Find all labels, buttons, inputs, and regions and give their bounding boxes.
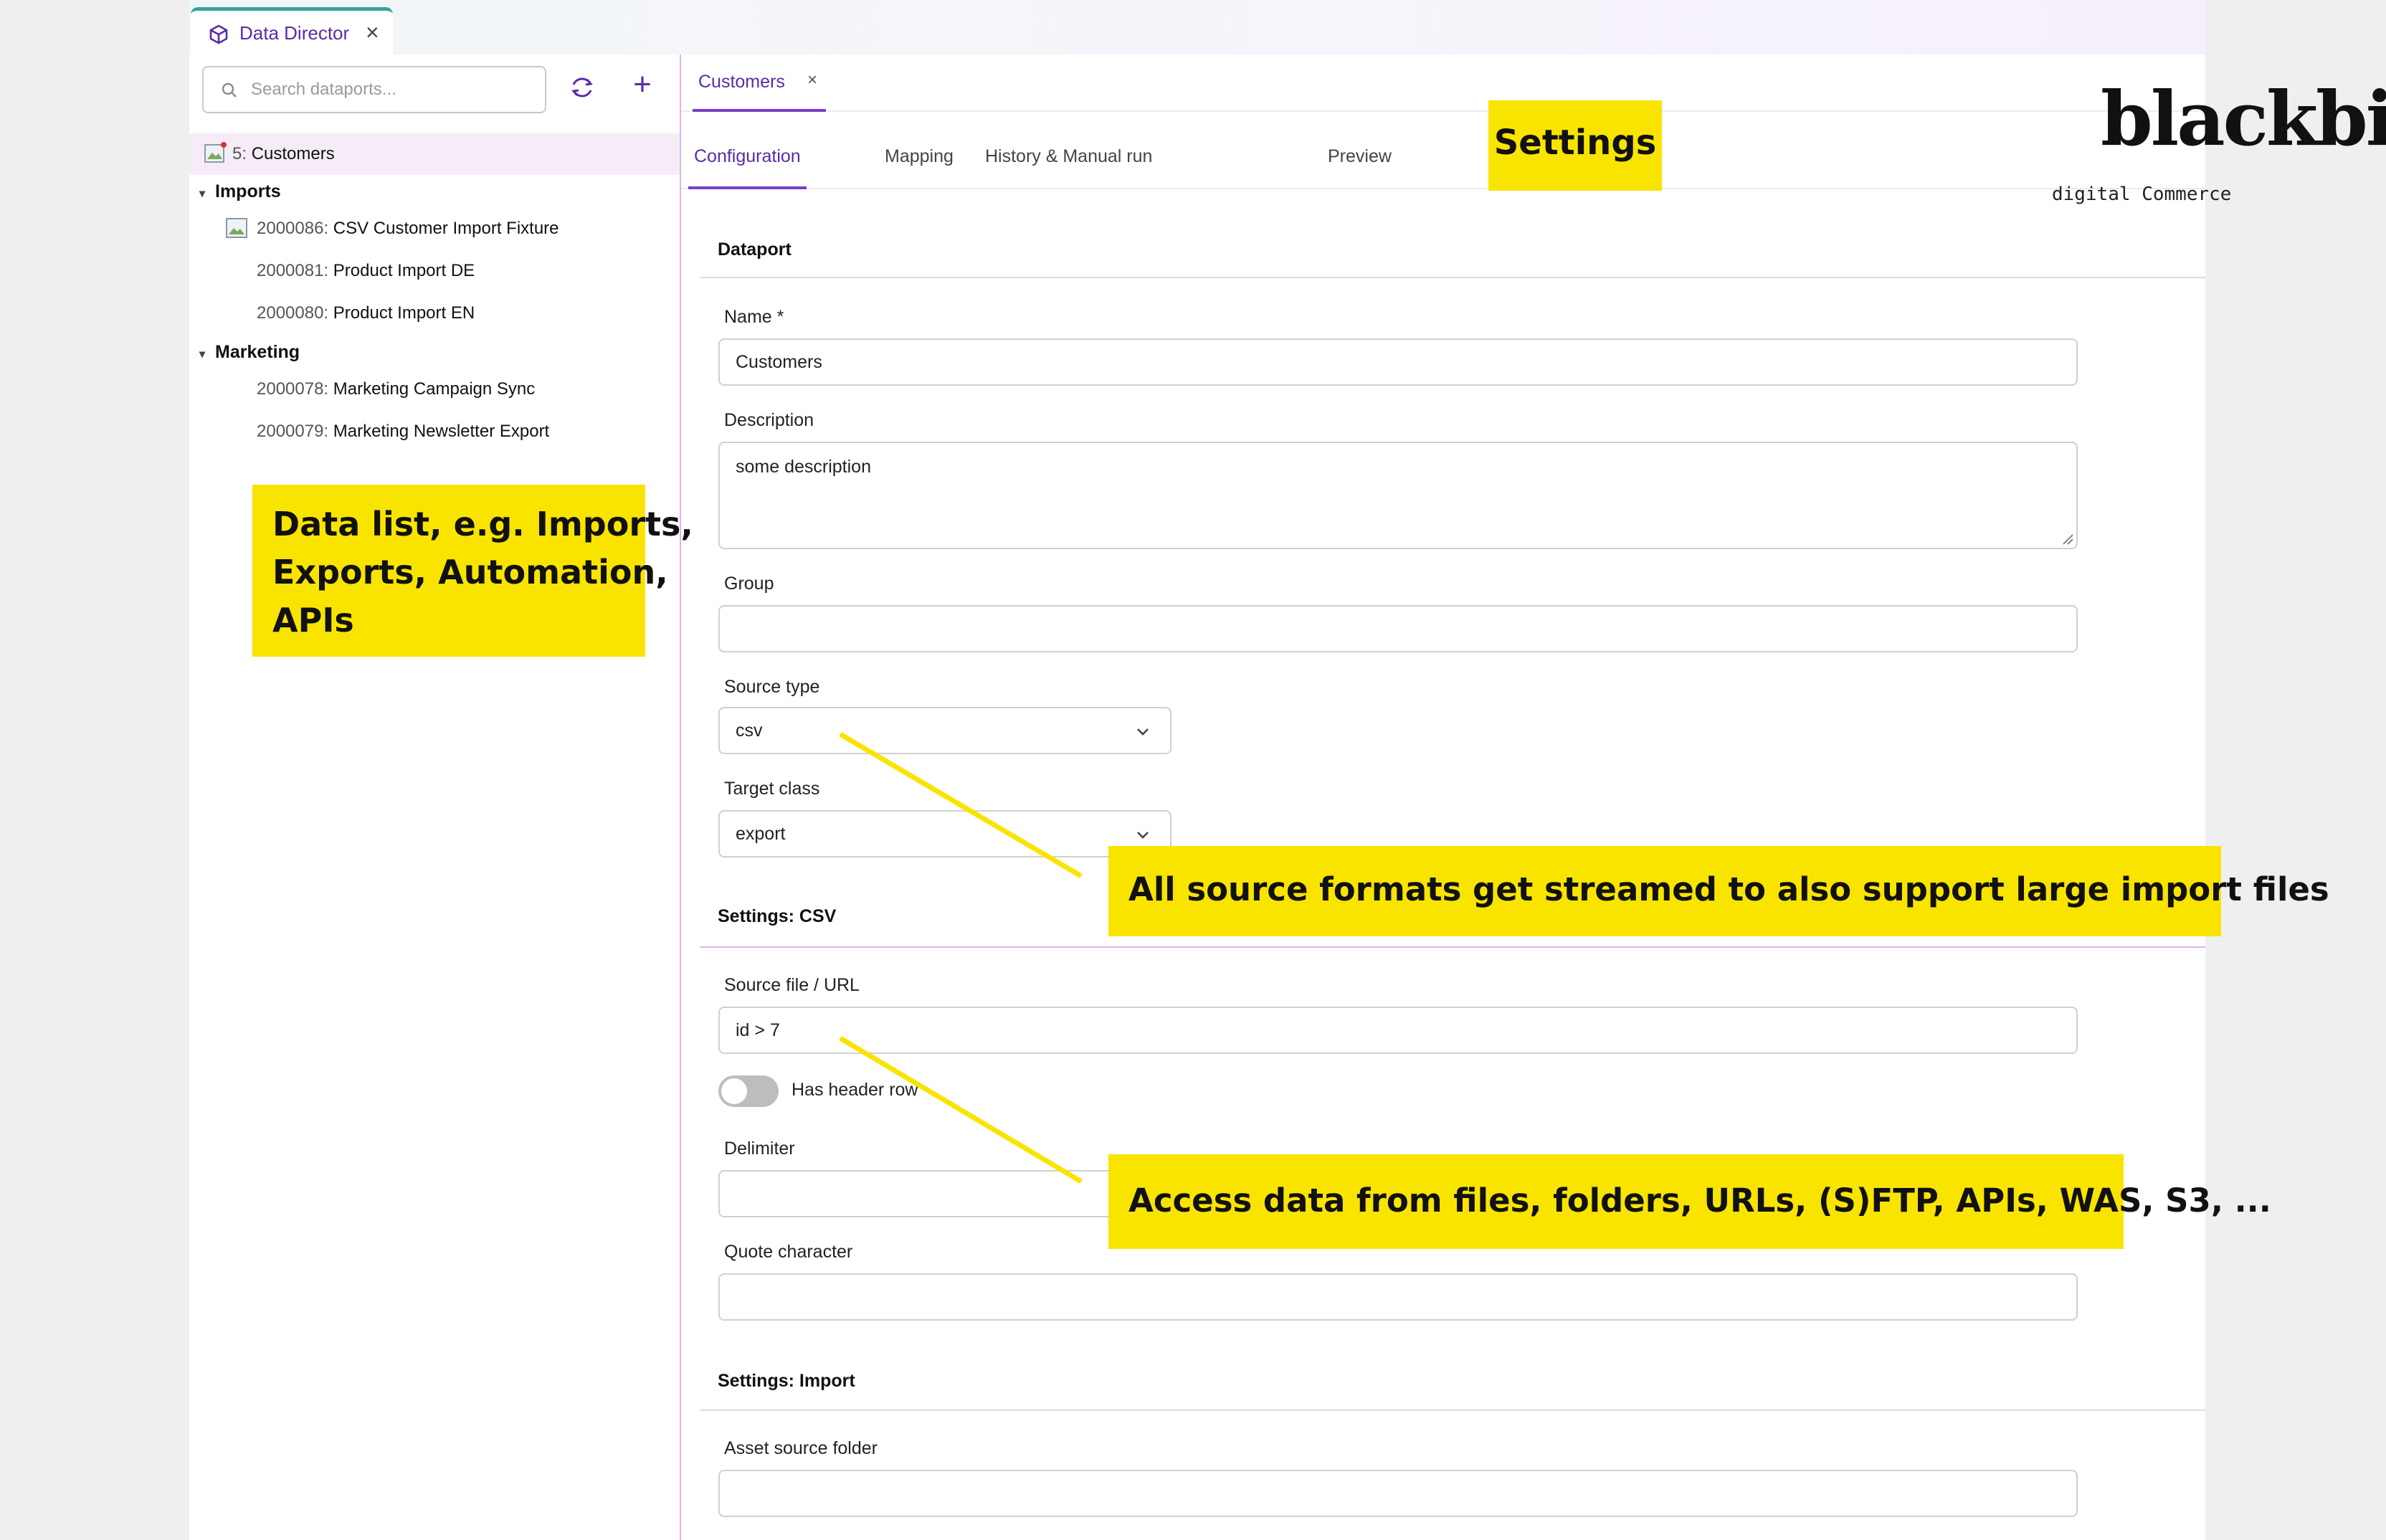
name-input[interactable]: Customers	[718, 338, 2078, 386]
description-textarea[interactable]: some description	[718, 442, 2078, 549]
header-row-toggle[interactable]	[718, 1075, 779, 1107]
callout-access: Access data from files, folders, URLs, (…	[1108, 1154, 2271, 1249]
description-text: some description	[736, 457, 871, 477]
tree-item-id: 2000080:	[257, 303, 329, 323]
tree-item-id: 2000081:	[257, 261, 329, 280]
caret-down-icon: ▾	[199, 188, 206, 200]
header-row-label: Has header row	[792, 1080, 918, 1100]
callout-data-list: Data list, e.g. Imports, Exports, Automa…	[252, 485, 693, 657]
name-label: Name *	[724, 307, 784, 327]
source-file-input[interactable]: id > 7	[718, 1007, 2078, 1054]
search-icon	[222, 82, 237, 98]
tree-item-name: Marketing Campaign Sync	[333, 379, 536, 399]
chevron-down-icon	[1137, 832, 1149, 839]
section-title-import: Settings: Import	[718, 1371, 855, 1391]
chevron-down-icon	[1137, 728, 1149, 736]
tab-mapping[interactable]: Mapping	[885, 146, 954, 189]
callout-streaming: All source formats get streamed to also …	[1108, 846, 2329, 936]
brand-logo: blackbit	[2101, 75, 2386, 163]
image-icon	[226, 218, 247, 238]
tree-item[interactable]: 2000078: Marketing Campaign Sync	[257, 370, 535, 409]
tab-customers[interactable]: Customers ×	[693, 54, 826, 112]
target-class-label: Target class	[724, 779, 820, 799]
group-input[interactable]	[718, 605, 2078, 652]
source-file-label: Source file / URL	[724, 975, 860, 995]
callout-line: Data list, e.g. Imports,	[272, 505, 693, 543]
app-tab-label: Data Director	[239, 22, 350, 44]
description-label: Description	[724, 410, 814, 430]
tree-item-customers[interactable]: 5: Customers	[232, 135, 335, 174]
section-divider	[700, 277, 2205, 278]
target-class-select[interactable]: export	[718, 810, 1171, 857]
document-tabbar: Customers ×	[681, 54, 2205, 112]
tree-item-id: 5:	[232, 144, 247, 163]
tree-item[interactable]: 2000079: Marketing Newsletter Export	[257, 412, 549, 451]
app-tabbar: Data Director ×	[189, 0, 2205, 54]
group-label: Group	[724, 574, 774, 594]
add-dataport-button[interactable]: +	[628, 69, 657, 100]
dataport-sidebar: + 5: Customers ▾ Imports 2000086: CSV Cus…	[189, 54, 680, 1540]
callout-line: Exports, Automation,	[272, 553, 668, 591]
tree-item-name: Customers	[251, 144, 335, 163]
asset-folder-label: Asset source folder	[724, 1438, 878, 1458]
tree-item-name: Product Import DE	[333, 261, 475, 280]
search-input[interactable]	[251, 67, 538, 112]
asset-folder-input[interactable]	[718, 1470, 2078, 1517]
cube-icon	[209, 24, 228, 44]
tree-item-name: Marketing Newsletter Export	[333, 422, 550, 441]
source-type-label: Source type	[724, 677, 820, 697]
tree-folder-imports[interactable]: ▾ Imports	[199, 172, 281, 211]
section-title-csv: Settings: CSV	[718, 906, 837, 926]
tree-item[interactable]: 2000081: Product Import DE	[257, 252, 475, 290]
close-icon[interactable]: ×	[807, 70, 817, 90]
quote-input[interactable]	[718, 1273, 2078, 1321]
tab-history[interactable]: History & Manual run	[985, 146, 1152, 189]
tree-item-id: 2000079:	[257, 422, 329, 441]
tab-configuration[interactable]: Configuration	[688, 146, 807, 189]
resize-grip-icon[interactable]	[2061, 532, 2073, 545]
source-type-value: csv	[736, 721, 763, 741]
tree-item-name: Product Import EN	[333, 303, 475, 323]
section-title-dataport: Dataport	[718, 239, 792, 260]
brand-tagline: digital Commerce	[2052, 184, 2232, 205]
target-class-value: export	[736, 824, 786, 844]
source-type-select[interactable]: csv	[718, 707, 1171, 754]
tab-preview[interactable]: Preview	[1328, 146, 1392, 189]
section-divider	[700, 946, 2205, 948]
tree-item[interactable]: 2000086: CSV Customer Import Fixture	[257, 209, 559, 248]
pane-divider[interactable]	[680, 54, 681, 1540]
folder-label: Marketing	[215, 342, 300, 362]
folder-label: Imports	[215, 181, 281, 201]
tree-item-id: 2000086:	[257, 219, 329, 238]
delimiter-label: Delimiter	[724, 1139, 795, 1159]
section-divider	[700, 1410, 2205, 1411]
tab-label: Customers	[698, 72, 785, 92]
tree-folder-marketing[interactable]: ▾ Marketing	[199, 333, 300, 371]
image-icon	[204, 142, 227, 163]
callout-line: APIs	[272, 601, 354, 640]
config-subtabs: Configuration Mapping History & Manual r…	[681, 132, 2205, 189]
app-tab-data-director[interactable]: Data Director ×	[191, 7, 393, 54]
toggle-knob	[721, 1078, 747, 1104]
close-icon[interactable]: ×	[366, 21, 379, 44]
tree-item[interactable]: 2000080: Product Import EN	[257, 294, 475, 333]
refresh-icon[interactable]	[568, 73, 596, 102]
tree-item-name: CSV Customer Import Fixture	[333, 219, 559, 238]
caret-down-icon: ▾	[199, 348, 206, 361]
callout-settings: Settings	[1488, 100, 1662, 191]
tree-item-id: 2000078:	[257, 379, 329, 399]
search-box[interactable]	[202, 66, 546, 113]
quote-label: Quote character	[724, 1242, 853, 1262]
